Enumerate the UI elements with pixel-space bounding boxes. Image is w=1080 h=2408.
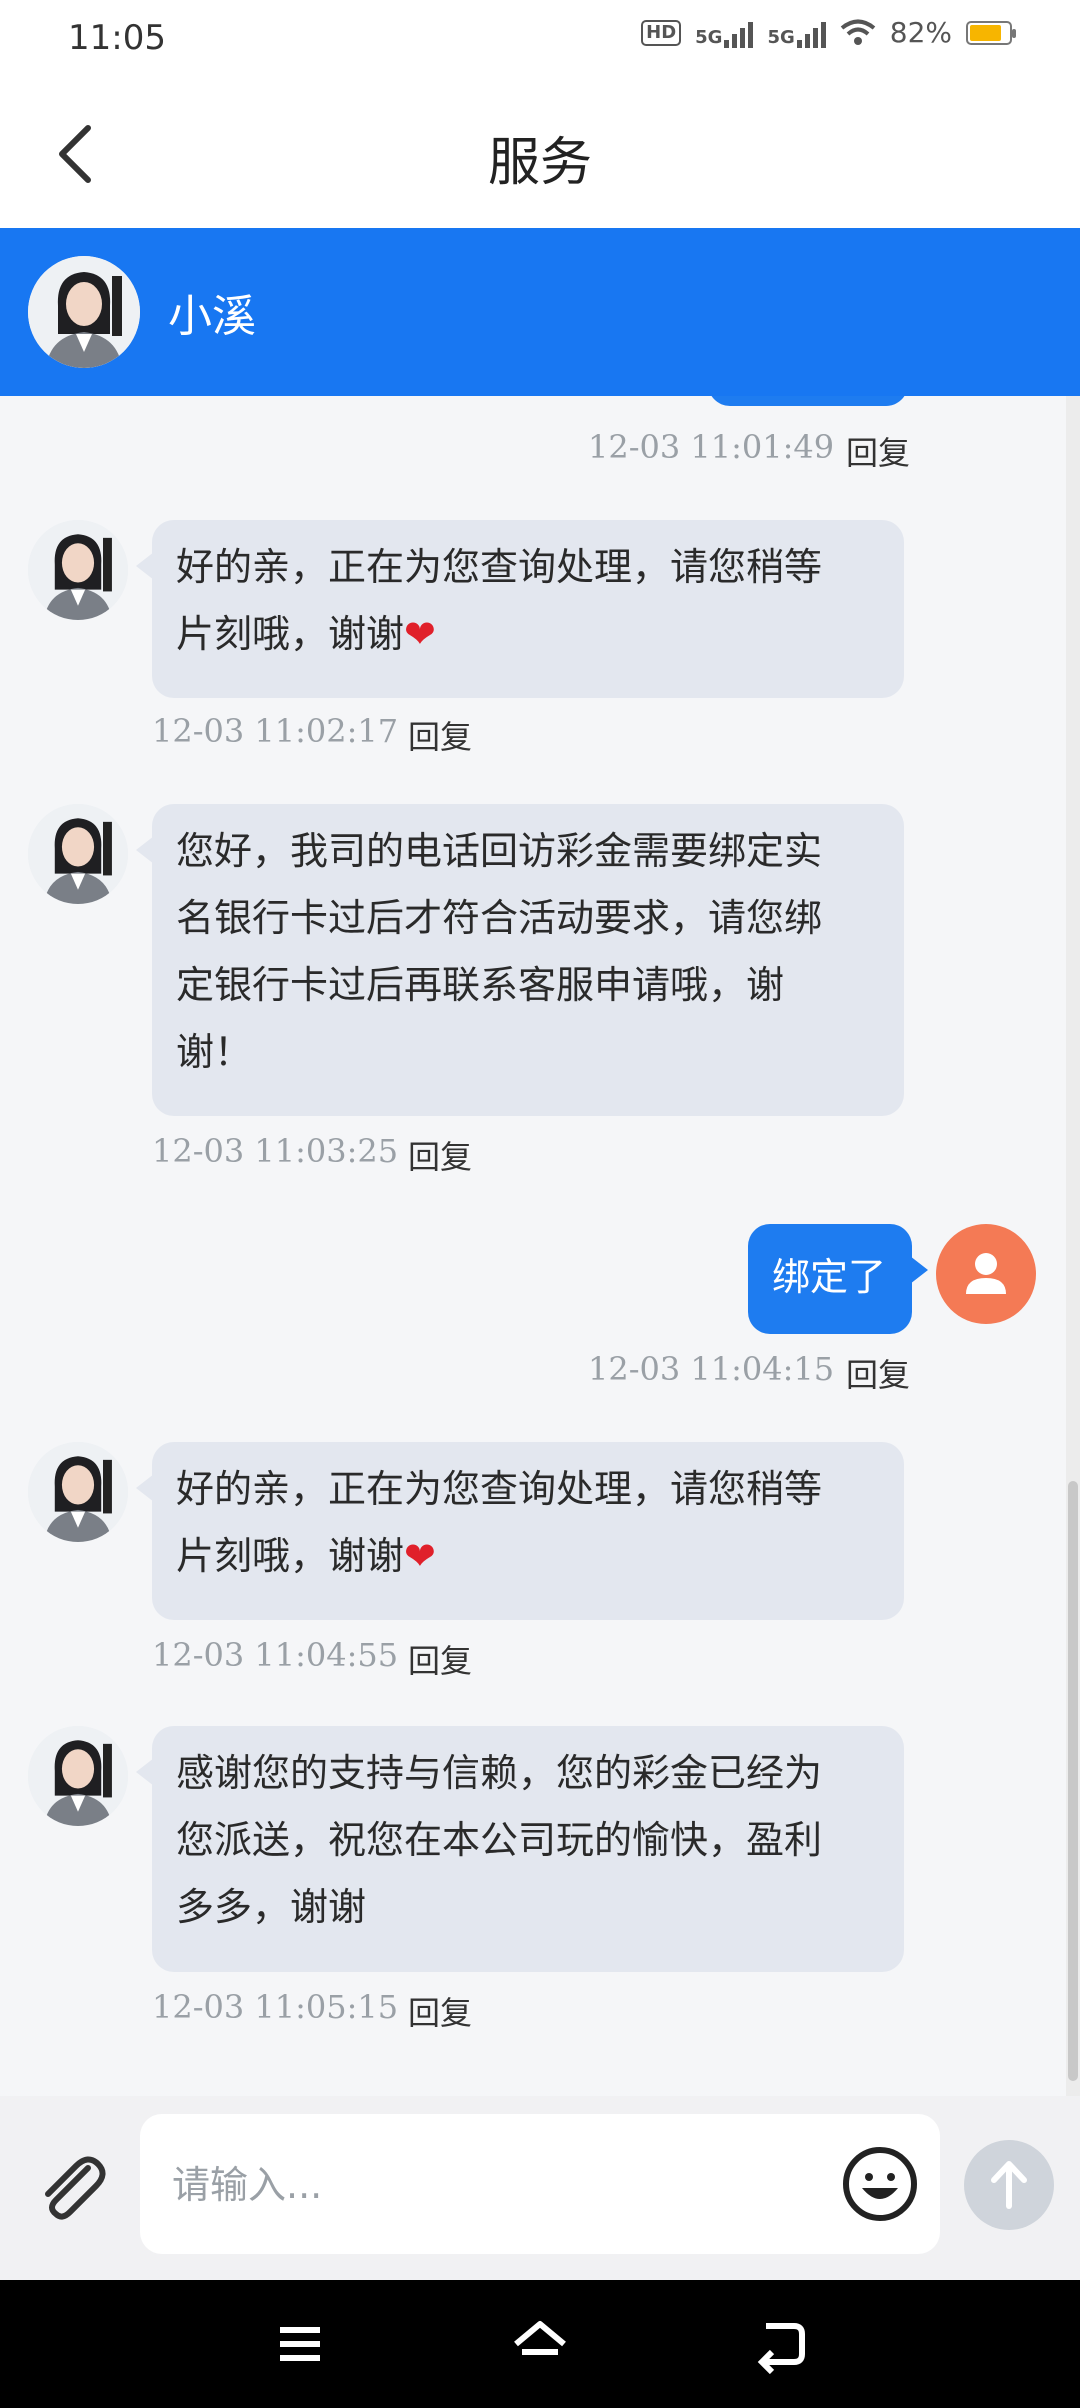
- message-time: 12-03 11:03:25: [152, 1132, 399, 1170]
- attach-button[interactable]: [30, 2146, 114, 2230]
- message-line: 好的亲，正在为您查询处理，请您稍等: [176, 1467, 823, 1511]
- message-line: 谢！: [176, 1030, 253, 1074]
- smiley-icon: [843, 2147, 917, 2221]
- input-bar: [0, 2096, 1080, 2280]
- message-line: 您好，我司的电话回访彩金需要绑定实: [176, 829, 823, 873]
- message-time: 12-03 11:01:49: [588, 428, 835, 466]
- back-nav-button[interactable]: [750, 2314, 810, 2375]
- menu-button[interactable]: [270, 2314, 330, 2374]
- message-line: 多多，谢谢: [176, 1885, 367, 1929]
- message-bubble: 好的亲，正在为您查询处理，请您稍等 片刻哦，谢谢❤: [136, 520, 904, 698]
- message-line: 片刻哦，谢谢: [176, 612, 405, 656]
- message-line: 好的亲，正在为您查询处理，请您稍等: [176, 545, 823, 589]
- reply-button[interactable]: 回复: [846, 428, 910, 474]
- message-time: 12-03 11:05:15: [152, 1988, 399, 2026]
- status-bar: 11:05 HD 5G 5G 82%: [0, 0, 1080, 80]
- arrow-up-icon: [991, 2161, 1027, 2209]
- message-text: 绑定了: [772, 1255, 887, 1299]
- heart-icon: ❤: [404, 1534, 436, 1578]
- scrollbar-thumb[interactable]: [1068, 1481, 1078, 2081]
- message-bubble: [708, 396, 908, 406]
- user-icon: [966, 1253, 1006, 1294]
- reply-button[interactable]: 回复: [408, 1988, 472, 2034]
- reply-button[interactable]: 回复: [408, 1636, 472, 1682]
- home-icon: [514, 2321, 566, 2355]
- hd-icon: HD: [641, 19, 682, 46]
- message-bubble-user: 绑定了: [748, 1224, 928, 1334]
- page-title: 服务: [487, 133, 592, 193]
- wifi-icon: [840, 19, 876, 45]
- agent-avatar[interactable]: [28, 256, 140, 368]
- back-arrow-icon: [757, 2323, 805, 2375]
- message-bubble: 好的亲，正在为您查询处理，请您稍等 片刻哦，谢谢❤: [136, 1442, 904, 1620]
- battery-percent: 82%: [889, 16, 952, 49]
- system-nav-bar: [0, 2280, 1080, 2408]
- message-time: 12-03 11:04:15: [588, 1350, 835, 1388]
- status-time: 11:05: [68, 18, 166, 58]
- agent-avatar-small: [28, 520, 128, 620]
- message-bubble: 感谢您的支持与信赖，您的彩金已经为 您派送，祝您在本公司玩的愉快，盈利 多多，谢…: [136, 1726, 904, 1972]
- message-line: 您派送，祝您在本公司玩的愉快，盈利: [176, 1818, 823, 1862]
- message-input-container: [140, 2114, 940, 2256]
- message-line: 定银行卡过后再联系客服申请哦，谢: [176, 963, 785, 1007]
- battery-icon: [966, 20, 1016, 45]
- agent-avatar-small: [28, 1726, 128, 1826]
- message-line: 片刻哦，谢谢: [176, 1534, 405, 1578]
- scrollbar[interactable]: [1066, 396, 1080, 2096]
- agent-name: 小溪: [168, 291, 256, 342]
- message-bubble: 您好，我司的电话回访彩金需要绑定实 名银行卡过后才符合活动要求，请您绑 定银行卡…: [136, 804, 904, 1116]
- message-line: 感谢您的支持与信赖，您的彩金已经为: [176, 1751, 823, 1795]
- chat-area[interactable]: 12-03 11:01:49 回复 好的亲，正在为您查询处理，请您稍等 片刻哦，…: [0, 396, 1080, 2096]
- message-time: 12-03 11:04:55: [152, 1636, 399, 1674]
- agent-avatar-small: [28, 804, 128, 904]
- agent-avatar-small: [28, 1442, 128, 1542]
- message-time: 12-03 11:02:17: [152, 712, 399, 750]
- home-button[interactable]: [510, 2314, 570, 2374]
- menu-icon: [280, 2327, 320, 2361]
- reply-button[interactable]: 回复: [846, 1350, 910, 1396]
- title-bar: 服务: [0, 80, 1080, 230]
- agent-header: 小溪: [0, 228, 1080, 396]
- paperclip-icon: [45, 2156, 106, 2220]
- message-input[interactable]: [170, 2114, 834, 2256]
- message-line: 名银行卡过后才符合活动要求，请您绑: [176, 896, 823, 940]
- reply-button[interactable]: 回复: [408, 1132, 472, 1178]
- user-avatar: [936, 1224, 1036, 1324]
- heart-icon: ❤: [404, 612, 436, 656]
- signal-icon: 5G: [695, 18, 754, 48]
- emoji-button[interactable]: [840, 2144, 920, 2224]
- reply-button[interactable]: 回复: [408, 712, 472, 758]
- signal-icon-2: 5G: [767, 18, 826, 48]
- send-button[interactable]: [964, 2140, 1054, 2230]
- status-icons: HD 5G 5G 82%: [641, 16, 1016, 49]
